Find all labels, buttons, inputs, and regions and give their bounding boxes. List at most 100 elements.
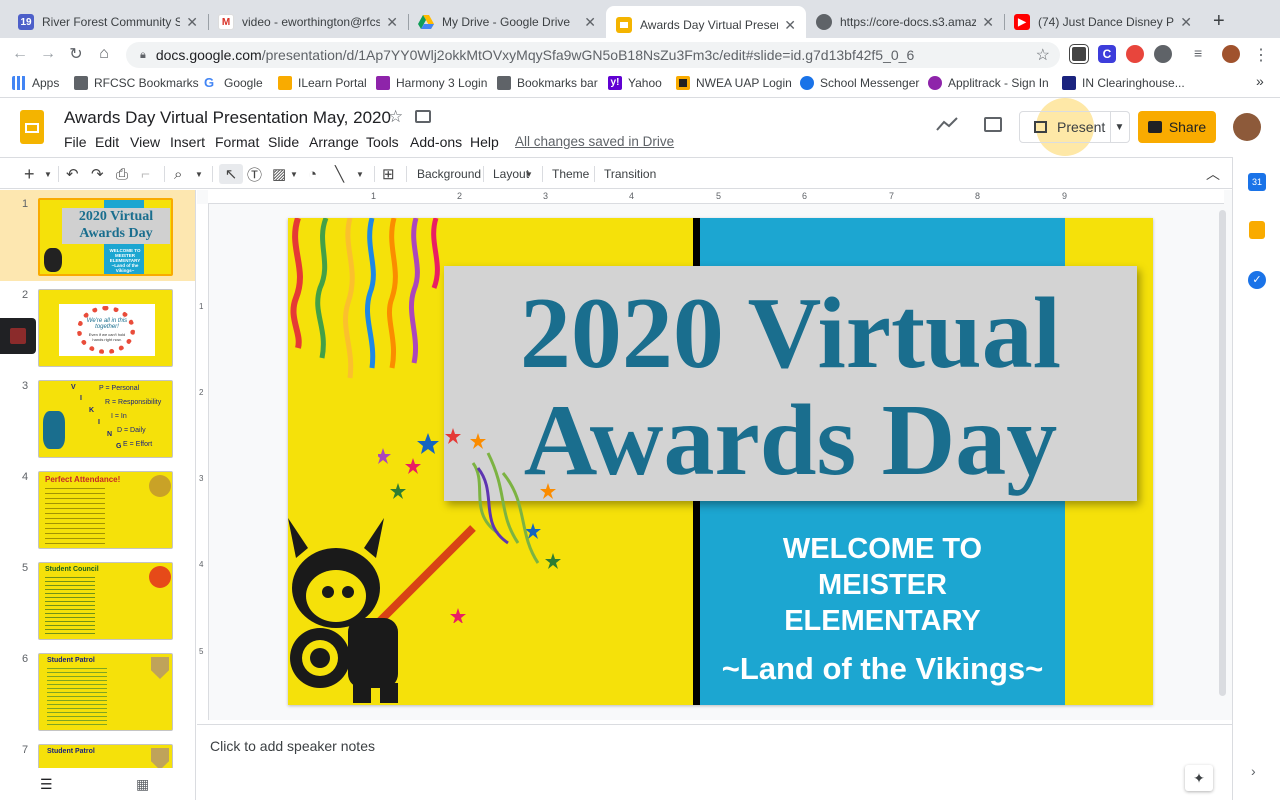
menu-slide[interactable]: Slide bbox=[268, 134, 299, 150]
calendar-icon[interactable]: 31 bbox=[1248, 173, 1266, 191]
grid-view-icon[interactable]: ▦ bbox=[136, 776, 149, 793]
profile-avatar[interactable] bbox=[1222, 45, 1240, 63]
explore-icon[interactable]: ✦ bbox=[1185, 765, 1213, 791]
expand-panel-icon[interactable]: › bbox=[1251, 763, 1256, 779]
bookmark-clearinghouse[interactable]: IN Clearinghouse... bbox=[1062, 76, 1185, 90]
present-button[interactable]: Present bbox=[1019, 111, 1111, 143]
menu-insert[interactable]: Insert bbox=[170, 134, 205, 150]
star-icon[interactable]: ☆ bbox=[388, 107, 403, 127]
account-avatar[interactable] bbox=[1233, 113, 1261, 141]
home-icon[interactable]: ⌂ bbox=[94, 44, 114, 64]
bookmark-google[interactable]: G Google bbox=[204, 76, 263, 90]
bookmark-yahoo[interactable]: y! Yahoo bbox=[608, 76, 662, 90]
transition-button[interactable]: Transition bbox=[604, 167, 656, 181]
menu-arrange[interactable]: Arrange bbox=[309, 134, 359, 150]
zoom-dropdown-icon[interactable]: ▼ bbox=[195, 164, 203, 184]
slide-thumbnail-4[interactable]: Perfect Attendance! bbox=[38, 471, 173, 549]
text-box-icon[interactable]: Ⓣ bbox=[247, 164, 262, 184]
menu-edit[interactable]: Edit bbox=[95, 134, 119, 150]
close-tab-icon[interactable]: ✕ bbox=[982, 14, 994, 31]
close-tab-icon[interactable]: ✕ bbox=[784, 17, 796, 34]
new-tab-button[interactable]: + bbox=[1213, 10, 1225, 33]
slides-logo-icon[interactable] bbox=[20, 110, 44, 144]
close-tab-icon[interactable]: ✕ bbox=[1180, 14, 1192, 31]
insert-comment-icon[interactable]: ⊞ bbox=[382, 164, 395, 184]
image-dropdown-icon[interactable]: ▼ bbox=[290, 164, 298, 184]
zoom-icon[interactable]: ⌕ bbox=[174, 164, 182, 184]
close-tab-icon[interactable]: ✕ bbox=[186, 14, 198, 31]
bookmark-apps[interactable]: Apps bbox=[12, 76, 59, 90]
c-extension-icon[interactable]: C bbox=[1098, 45, 1116, 63]
move-folder-icon[interactable] bbox=[415, 110, 431, 123]
back-arrow-icon[interactable]: ← bbox=[10, 44, 30, 64]
browser-tab[interactable]: 19 River Forest Community Sch ✕ bbox=[8, 6, 208, 38]
browser-menu-icon[interactable]: ⋮ bbox=[1252, 45, 1270, 64]
close-tab-icon[interactable]: ✕ bbox=[584, 14, 596, 31]
browser-tab[interactable]: https://core-docs.s3.amazo ✕ bbox=[806, 6, 1004, 38]
bookmark-folder[interactable]: Bookmarks bar bbox=[497, 76, 598, 90]
activity-trend-icon[interactable] bbox=[936, 116, 958, 132]
menu-file[interactable]: File bbox=[64, 134, 87, 150]
vertical-scrollbar[interactable] bbox=[1219, 210, 1226, 696]
bookmark-harmony[interactable]: Harmony 3 Login bbox=[376, 76, 487, 90]
reload-icon[interactable]: ↻ bbox=[66, 44, 86, 64]
bookmark-ilearn[interactable]: ILearn Portal bbox=[278, 76, 367, 90]
background-button[interactable]: Background bbox=[417, 167, 481, 181]
menu-format[interactable]: Format bbox=[215, 134, 259, 150]
bookmark-nwea[interactable]: NWEA UAP Login bbox=[676, 76, 792, 90]
speaker-notes[interactable]: Click to add speaker notes ✦ bbox=[197, 724, 1232, 800]
more-bookmarks-icon[interactable]: » bbox=[1256, 73, 1264, 89]
keep-icon[interactable] bbox=[1249, 221, 1265, 239]
layout-button[interactable]: Layout bbox=[493, 167, 529, 181]
browser-tab[interactable]: My Drive - Google Drive ✕ bbox=[408, 6, 606, 38]
document-title[interactable]: Awards Day Virtual Presentation May, 202… bbox=[64, 108, 391, 128]
save-status[interactable]: All changes saved in Drive bbox=[515, 134, 674, 149]
select-cursor-icon[interactable]: ↖ bbox=[219, 164, 243, 184]
layout-dropdown-icon[interactable]: ▼ bbox=[525, 164, 533, 184]
slide-thumbnail-3[interactable]: V I K I N G P = Personal R = Responsibil… bbox=[38, 380, 173, 458]
slide-number: 7 bbox=[22, 744, 29, 756]
tab-title: (74) Just Dance Disney Part bbox=[1038, 15, 1175, 29]
browser-tab[interactable]: ▶ (74) Just Dance Disney Part ✕ bbox=[1004, 6, 1202, 38]
address-bar[interactable]: 🔒︎ docs.google.com/presentation/d/1Ap7YY… bbox=[126, 42, 1060, 68]
list-view-icon[interactable]: ☰ bbox=[40, 776, 53, 793]
bookmark-applitrack[interactable]: Applitrack - Sign In bbox=[928, 76, 1049, 90]
menu-help[interactable]: Help bbox=[470, 134, 499, 150]
line-icon[interactable]: ╲ bbox=[335, 164, 344, 184]
redo-icon[interactable]: ↷ bbox=[91, 164, 104, 184]
shape-icon[interactable]: ◔ bbox=[308, 164, 317, 184]
record-overlay-button[interactable] bbox=[0, 318, 36, 354]
slide-thumbnail-5[interactable]: Student Council bbox=[38, 562, 173, 640]
share-button[interactable]: Share bbox=[1138, 111, 1216, 143]
present-dropdown-button[interactable]: ▼ bbox=[1110, 111, 1130, 143]
image-icon[interactable]: ▨ bbox=[272, 164, 286, 184]
forward-arrow-icon[interactable]: → bbox=[38, 44, 58, 64]
browser-tab[interactable]: M video - eworthington@rfcsc ✕ bbox=[208, 6, 408, 38]
slide-thumbnail-6[interactable]: Student Patrol bbox=[38, 653, 173, 731]
bookmark-folder[interactable]: RFCSC Bookmarks bbox=[74, 76, 199, 90]
print-icon[interactable]: ⎙ bbox=[116, 164, 128, 184]
slide-thumbnail-1[interactable]: 2020 Virtual Awards Day WELCOME TO MEISTE… bbox=[38, 198, 173, 276]
close-tab-icon[interactable]: ✕ bbox=[386, 14, 398, 31]
new-slide-icon[interactable]: + bbox=[24, 164, 35, 184]
bookmark-school-messenger[interactable]: School Messenger bbox=[800, 76, 919, 90]
slide-thumbnail-2[interactable]: We're all in this together! Even if we c… bbox=[38, 289, 173, 367]
collapse-toolbar-icon[interactable]: ︿ bbox=[1206, 164, 1220, 184]
menu-tools[interactable]: Tools bbox=[366, 134, 399, 150]
comment-icon[interactable] bbox=[984, 117, 1002, 132]
extension-badge-icon[interactable] bbox=[1126, 45, 1144, 63]
line-dropdown-icon[interactable]: ▼ bbox=[356, 164, 364, 184]
menu-addons[interactable]: Add-ons bbox=[410, 134, 462, 150]
slide-thumbnail-7[interactable]: Student Patrol bbox=[38, 744, 173, 768]
playlist-icon[interactable]: ≡ bbox=[1194, 45, 1212, 63]
theme-button[interactable]: Theme bbox=[552, 167, 589, 181]
new-slide-dropdown-icon[interactable]: ▼ bbox=[44, 164, 52, 184]
current-slide[interactable]: 2020 Virtual Awards Day WELCOME TO MEIST… bbox=[288, 218, 1153, 705]
undo-icon[interactable]: ↶ bbox=[66, 164, 79, 184]
extension-icon[interactable] bbox=[1154, 45, 1172, 63]
menu-view[interactable]: View bbox=[130, 134, 160, 150]
tasks-icon[interactable]: ✓ bbox=[1248, 271, 1266, 289]
paint-format-icon[interactable]: ⌐ bbox=[141, 164, 150, 184]
qr-extension-icon[interactable] bbox=[1069, 44, 1089, 64]
bookmark-star-icon[interactable]: ☆ bbox=[1036, 45, 1050, 65]
